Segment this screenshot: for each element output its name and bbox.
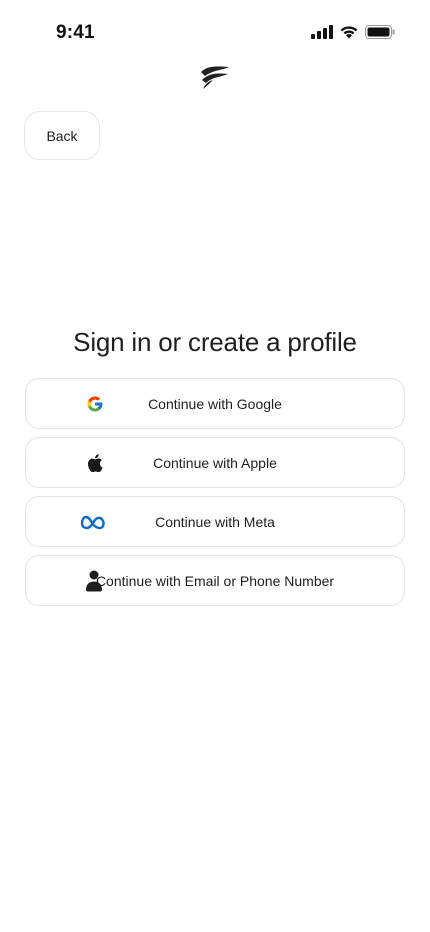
status-time: 9:41 — [56, 22, 95, 43]
sign-in-screen: 9:41 Back Sign in or create a profile Co… — [0, 0, 430, 932]
auth-label: Continue with Meta — [155, 513, 275, 530]
google-icon — [82, 391, 108, 417]
apple-icon — [82, 450, 108, 476]
continue-with-google-button[interactable]: Continue with Google — [25, 378, 405, 429]
auth-label: Continue with Google — [148, 395, 282, 412]
continue-with-meta-button[interactable]: Continue with Meta — [25, 496, 405, 547]
signal-icon — [311, 25, 333, 39]
continue-with-email-or-phone-button[interactable]: Continue with Email or Phone Number — [25, 555, 405, 606]
auth-label: Continue with Apple — [153, 454, 277, 471]
page-title: Sign in or create a profile — [73, 327, 357, 357]
status-bar: 9:41 — [0, 0, 430, 66]
auth-options-list: Continue with Google Continue with Apple… — [25, 378, 405, 606]
battery-icon — [365, 25, 395, 39]
status-icons — [311, 25, 395, 39]
app-logo-icon — [199, 64, 231, 92]
meta-icon — [80, 509, 106, 535]
auth-label: Continue with Email or Phone Number — [95, 572, 335, 589]
continue-with-apple-button[interactable]: Continue with Apple — [25, 437, 405, 488]
back-button[interactable]: Back — [24, 111, 100, 160]
person-icon — [81, 568, 107, 594]
wifi-icon — [339, 25, 359, 39]
